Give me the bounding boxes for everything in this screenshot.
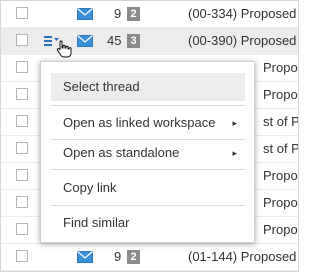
subject-text: Proposed <box>263 87 298 102</box>
context-menu: Select thread Open as linked workspace ▸… <box>40 61 255 243</box>
open-standalone-item[interactable]: Open as standalone ▸ <box>51 139 245 167</box>
menu-item-label: Select thread <box>63 79 140 94</box>
open-linked-workspace-item[interactable]: Open as linked workspace ▸ <box>51 109 245 137</box>
submenu-arrow-icon: ▸ <box>232 148 237 158</box>
menu-divider <box>51 105 245 106</box>
menu-item-label: Find similar <box>63 215 130 230</box>
subject-text: Proposed <box>263 168 298 183</box>
copy-link-item[interactable]: Copy link <box>51 174 245 202</box>
select-thread-item[interactable]: Select thread <box>51 73 245 101</box>
unread-badge: 2 <box>127 250 140 264</box>
row-checkbox[interactable] <box>16 34 28 46</box>
message-count: 45 <box>107 33 122 48</box>
envelope-icon <box>77 251 93 263</box>
subject-text: Proposed <box>263 222 298 237</box>
row-checkbox[interactable] <box>16 88 28 100</box>
unread-badge: 3 <box>127 34 140 48</box>
message-count: 9 <box>114 6 122 21</box>
find-similar-item[interactable]: Find similar <box>51 209 245 237</box>
menu-divider <box>51 169 245 170</box>
row-checkbox[interactable] <box>16 250 28 262</box>
menu-divider <box>51 205 245 206</box>
row-checkbox[interactable] <box>16 115 28 127</box>
menu-item-label: Open as linked workspace <box>63 115 216 130</box>
row-checkbox[interactable] <box>16 61 28 73</box>
message-count: 9 <box>114 249 122 264</box>
subject-text: Proposed <box>263 195 298 210</box>
row-checkbox[interactable] <box>16 169 28 181</box>
envelope-icon <box>77 8 93 20</box>
list-item[interactable]: 9 2 (01-144) Proposed <box>1 244 298 271</box>
submenu-arrow-icon: ▸ <box>232 118 237 128</box>
list-item[interactable]: 45 3 (00-390) Proposed <box>1 28 298 58</box>
subject-text: st of Pr <box>263 114 299 129</box>
subject-text: Proposed <box>263 60 298 75</box>
subject-text: (00-334) Proposed <box>188 6 297 21</box>
subject-text: (01-144) Proposed <box>188 249 297 264</box>
menu-item-label: Open as standalone <box>63 145 180 160</box>
row-checkbox[interactable] <box>16 223 28 235</box>
envelope-icon <box>77 35 93 47</box>
list-item[interactable]: 9 2 (00-334) Proposed <box>1 1 298 28</box>
message-list: 9 2 (00-334) Proposed 45 3 (00-390) Prop… <box>0 0 299 272</box>
subject-text: st of Pr <box>263 141 299 156</box>
row-checkbox[interactable] <box>16 7 28 19</box>
unread-badge: 2 <box>127 7 140 21</box>
subject-text: (00-390) Proposed <box>188 33 297 48</box>
menu-item-label: Copy link <box>63 180 117 195</box>
row-checkbox[interactable] <box>16 142 28 154</box>
row-checkbox[interactable] <box>16 196 28 208</box>
